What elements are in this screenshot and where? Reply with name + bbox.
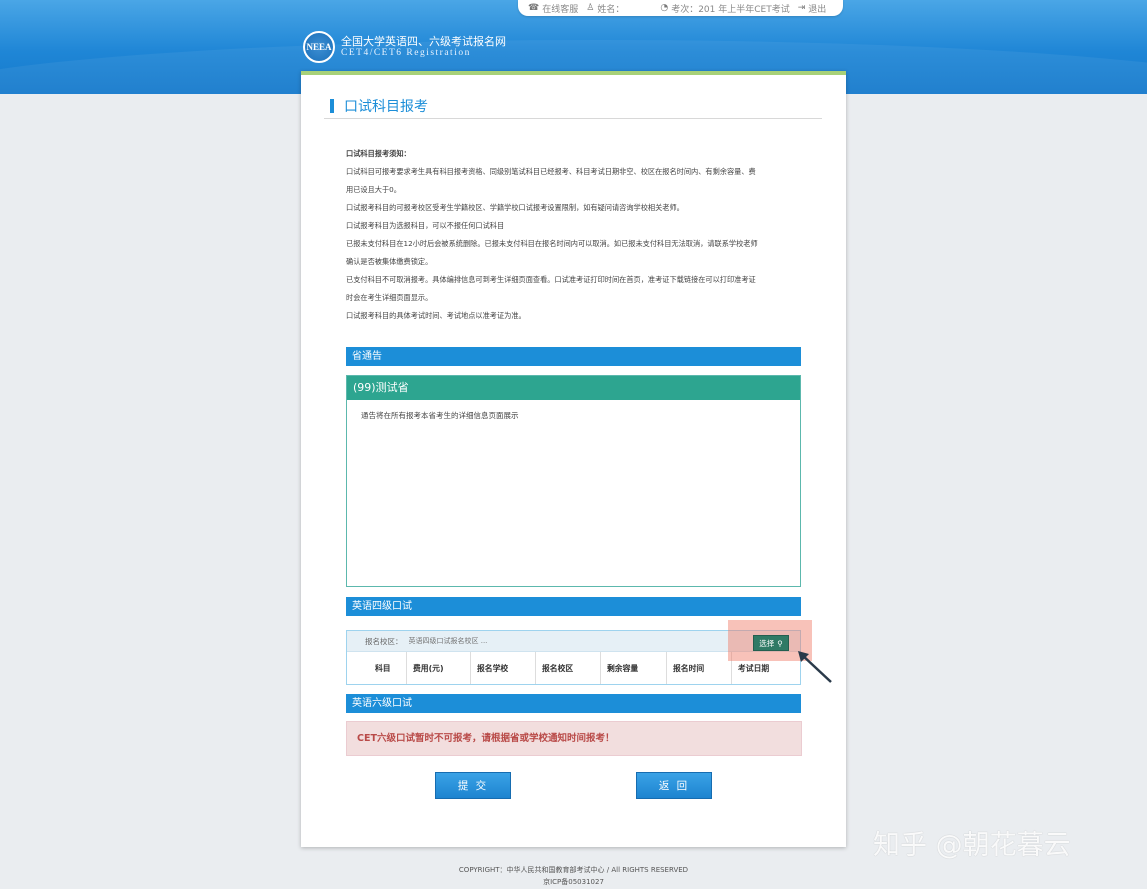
search-icon: ⚲ <box>777 638 783 648</box>
neea-emblem-icon: NEEA <box>303 31 335 63</box>
notice-line: 口试报考科目为选报科目，可以不报任何口试科目 <box>346 221 505 230</box>
exam-session: ◔ 考次：201 年上半年CET考试 <box>660 3 790 15</box>
select-campus-button[interactable]: 选择 ⚲ <box>753 635 789 651</box>
province-notice-panel: (99)测试省 通告将在所有报考本省考生的详细信息页面展示 <box>346 375 801 587</box>
logout-icon: ⇥ <box>797 3 806 13</box>
col-fee: 费用(元) <box>407 652 471 684</box>
notice-line: 口试报考科目的具体考试时间、考试地点以准考证为准。 <box>346 311 526 320</box>
page-title: 口试科目报考 <box>324 96 822 119</box>
user-name: ♙ 姓名： <box>586 3 625 15</box>
top-user-bar: ☎ 在线客服 ♙ 姓名： ◔ 考次：201 年上半年CET考试 ⇥ 退出 <box>518 0 843 16</box>
cet6-unavailable-alert: CET六级口试暂时不可报考，请根据省或学校通知时间报考！ <box>346 721 802 756</box>
online-service-link[interactable]: ☎ 在线客服 <box>528 2 578 15</box>
notice-heading: 口试科目报考须知： <box>346 149 411 158</box>
notice-line: 口试科目可报考要求考生具有科目报考资格、同级别笔试科目已经报考、科目考试日期非空… <box>346 167 756 176</box>
page-footer: COPYRIGHT：中华人民共和国教育部考试中心 / All RIGHTS RE… <box>0 864 1147 888</box>
campus-label: 报名校区： <box>365 636 403 646</box>
col-capacity: 剩余容量 <box>601 652 667 684</box>
site-logo[interactable]: NEEA 全国大学英语四、六级考试报名网 CET4/CET6 Registrat… <box>303 31 506 63</box>
cet4-oral-header: 英语四级口试 <box>346 597 801 616</box>
title-accent-bar <box>330 99 334 113</box>
campus-input[interactable] <box>408 637 709 645</box>
icp-text: 京ICP备05031027 <box>543 878 604 886</box>
headset-icon: ☎ <box>528 3 540 13</box>
watermark: 知乎 @朝花暮云 <box>873 830 1071 861</box>
notice-line: 确认是否被集体缴费锁定。 <box>346 257 433 266</box>
site-subtitle: CET4/CET6 Registration <box>341 48 471 58</box>
main-card: 口试科目报考 口试科目报考须知： 口试科目可报考要求考生具有科目报考资格、同级别… <box>301 71 846 847</box>
cet6-oral-header: 英语六级口试 <box>346 694 801 713</box>
notice-block: 口试科目报考须知： 口试科目可报考要求考生具有科目报考资格、同级别笔试科目已经报… <box>346 145 806 325</box>
col-school: 报名学校 <box>471 652 536 684</box>
submit-button[interactable]: 提 交 <box>435 772 511 799</box>
col-subject: 科目 <box>369 652 407 684</box>
notice-line: 用已设且大于0。 <box>346 185 401 194</box>
col-reg-time: 报名时间 <box>667 652 732 684</box>
province-notice-header: 省通告 <box>346 347 801 366</box>
notice-line: 时会在考生详细页面显示。 <box>346 293 433 302</box>
user-icon: ♙ <box>586 3 595 13</box>
clock-icon: ◔ <box>660 3 669 13</box>
notice-line: 已报未支付科目在12小时后会被系统删除。已报未支付科目在报名时间内可以取消。如已… <box>346 239 758 248</box>
notice-line: 口试报考科目的可报考校区受考生学籍校区、学籍学校口试报考设置限制，如有疑问请咨询… <box>346 203 684 212</box>
site-title: 全国大学英语四、六级考试报名网 <box>341 35 506 48</box>
logout-link[interactable]: ⇥ 退出 <box>798 2 827 15</box>
province-name: (99)测试省 <box>347 376 800 400</box>
col-campus: 报名校区 <box>536 652 601 684</box>
copyright-text: COPYRIGHT：中华人民共和国教育部考试中心 / All RIGHTS RE… <box>458 866 689 874</box>
province-notice-content: 通告将在所有报考本省考生的详细信息页面展示 <box>361 411 519 420</box>
pointer-arrow-icon <box>798 651 832 683</box>
back-button[interactable]: 返 回 <box>636 772 712 799</box>
notice-line: 已支付科目不可取消报考。具体编排信息可到考生详细页面查看。口试准考证打印时间在首… <box>346 275 756 284</box>
